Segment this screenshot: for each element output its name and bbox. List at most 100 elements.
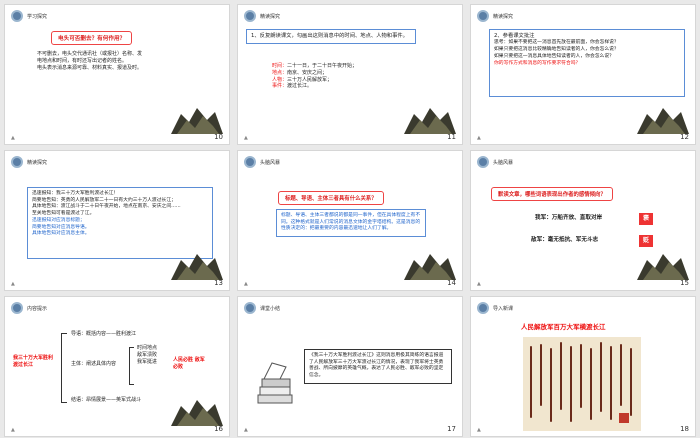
task-box: 2、参看课文批注 思考：如果不要把这一消息首先放在最前面，你会怎样说？ 如果只要…	[489, 29, 685, 97]
praise-badge: 褒	[639, 213, 653, 225]
answer-text: 不可删去，电头交代通讯社（或报社）名称、发 电地点和时间，有时还写出记者的姓名。…	[37, 51, 197, 71]
slide-thumbnail-10[interactable]: 学习探究 电头可否删去？有何作用？ 不可删去，电头交代通讯社（或报社）名称、发 …	[4, 4, 230, 145]
tea-leaves-image	[404, 108, 456, 134]
school-logo-icon	[477, 302, 489, 314]
slide-header-label: 精读探究	[493, 13, 514, 20]
sub-item: 敌军溃败	[137, 351, 158, 358]
question-callout: 默读文章，哪些词语表现出作者的感情倾向？	[491, 187, 613, 201]
slide-thumbnail-17[interactable]: 课堂小结 《我三十万大军胜利渡过长江》这则消息用极其简练的语言报道了人民解放军三…	[237, 296, 463, 437]
element-value: 南京、安庆之间；	[287, 69, 328, 76]
tea-leaves-image	[171, 254, 223, 280]
school-logo-icon	[11, 10, 23, 22]
slide-thumbnail-16[interactable]: 内容提示 我三十万大军胜利渡过长江 导语：概括内容——胜利渡江 主体：阐述具体内…	[4, 296, 230, 437]
think-line: 你的写作方式和消息的写作要求符合吗？	[494, 60, 581, 66]
slide-header: 精读探究	[477, 10, 513, 22]
slide-title: 人民解放军百万大军横渡长江	[521, 323, 606, 331]
tea-leaves-image	[637, 108, 689, 134]
slide-header-label: 精读探究	[27, 159, 48, 166]
question-callout: 标题、导语、主体三者具有什么关系？	[278, 191, 384, 205]
slide-number: 13	[214, 279, 223, 287]
slide-header-label: 学习探究	[27, 13, 48, 20]
our-army-words: 我军：万船齐放、直取对岸	[535, 215, 603, 221]
footer-mark: ▲	[477, 427, 481, 433]
school-logo-icon	[477, 10, 489, 22]
slide-number: 12	[680, 133, 689, 141]
school-logo-icon	[11, 302, 23, 314]
answer-line: 电头表示消息来源可靠、材料真实、报道及时。	[37, 64, 143, 71]
summary-box: 《我三十万大军胜利渡过长江》这则消息用极其简练的语言报道了人民解放军三十万大军渡…	[304, 349, 452, 384]
slide-header: 精读探究	[244, 10, 280, 22]
slide-header: 精读探究	[11, 156, 47, 168]
structure-title: 我三十万大军胜利渡过长江	[13, 355, 54, 368]
slide-header-label: 导入新课	[493, 305, 514, 312]
content-line: 至关地告知可看是渡过了江。	[32, 211, 95, 217]
structure-item: 主体：阐述具体内容	[71, 361, 117, 367]
tea-leaves-image	[171, 400, 223, 426]
content-line: 迅速报知：我三十万大军胜利渡过长江！	[32, 191, 119, 196]
slide-number: 14	[447, 279, 456, 287]
element-list: 时间：二十一日，于二十日午夜开始； 地点：南京、安庆之间； 人物：三十万人民解放…	[272, 63, 357, 90]
task-box: 1、反复朗读课文，勾画出这则消息中的时间、地点、人物和事件。	[246, 29, 416, 45]
answer-box: 标题、导语、主体三者都说的都是同一事件，但在具体程度上有不同。这种格式就是人们常…	[276, 209, 426, 238]
slide-header-label: 头脑风暴	[260, 159, 281, 166]
footer-mark: ▲	[11, 135, 15, 141]
slide-sorter-grid: 学习探究 电头可否删去？有何作用？ 不可删去，电头交代通讯社（或报社）名称、发 …	[0, 0, 700, 438]
footer-mark: ▲	[244, 427, 248, 433]
enemy-army-words: 敌军：毫无抵抗、军无斗志	[531, 237, 599, 243]
sub-item: 我军挺进	[137, 358, 158, 365]
slide-thumbnail-11[interactable]: 精读探究 1、反复朗读课文，勾画出这则消息中的时间、地点、人物和事件。 时间：二…	[237, 4, 463, 145]
tea-leaves-image	[637, 254, 689, 280]
answer-line: 电地点和时间，有时还写出记者的姓名。	[37, 57, 128, 64]
slide-header: 课堂小结	[244, 302, 280, 314]
slide-thumbnail-18[interactable]: 导入新课 人民解放军百万大军横渡长江 ▲ 18	[470, 296, 696, 437]
structure-conclusion: 人民必胜 敌军必败	[173, 357, 205, 370]
slide-header-label: 精读探究	[260, 13, 281, 20]
slide-thumbnail-14[interactable]: 头脑风暴 标题、导语、主体三者具有什么关系？ 标题、导语、主体三者都说的都是同一…	[237, 150, 463, 291]
footer-mark: ▲	[11, 281, 15, 287]
slide-header: 头脑风暴	[477, 156, 513, 168]
slide-header-label: 内容提示	[27, 305, 48, 312]
slide-header: 头脑风暴	[244, 156, 280, 168]
element-value: 渡过长江。	[287, 83, 313, 90]
school-logo-icon	[477, 156, 489, 168]
slide-thumbnail-15[interactable]: 头脑风暴 默读文章，哪些词语表现出作者的感情倾向？ 我军：万船齐放、直取对岸 敌…	[470, 150, 696, 291]
footer-mark: ▲	[244, 281, 248, 287]
slide-header-label: 课堂小结	[260, 305, 281, 312]
slide-header: 导入新课	[477, 302, 513, 314]
summary-line: 迅速报知对应消息标题；	[32, 217, 85, 223]
think-line: 如果只要把这消息比较精确地告知读者的人，你会怎么说？	[494, 47, 619, 53]
slide-number: 15	[680, 279, 689, 287]
brace-line	[61, 333, 67, 403]
structure-item: 结语：昂情展景——英军式战斗	[71, 397, 142, 403]
think-line: 如果只要把这一消息具体地告知读者的人，你会怎么说？	[494, 53, 614, 59]
slide-number: 16	[214, 425, 223, 433]
slide-thumbnail-12[interactable]: 精读探究 2、参看课文批注 思考：如果不要把这一消息首先放在最前面，你会怎样说？…	[470, 4, 696, 145]
school-logo-icon	[244, 302, 256, 314]
structure-item: 导语：概括内容——胜利渡江	[71, 331, 137, 337]
slide-number: 18	[680, 425, 689, 433]
element-key: 地点：	[272, 69, 288, 76]
summary-line: 具体地告知对应消息主体。	[32, 231, 90, 237]
slide-number: 17	[447, 425, 456, 433]
slide-thumbnail-13[interactable]: 精读探究 迅速报知：我三十万大军胜利渡过长江！ 简要地告知：英勇的人民解放军二十…	[4, 150, 230, 291]
element-key: 时间：	[272, 63, 288, 69]
sub-item: 时间地点	[137, 345, 158, 351]
element-value: 二十一日，于二十日午夜开始；	[287, 63, 358, 69]
slide-header: 学习探究	[11, 10, 47, 22]
footer-mark: ▲	[477, 135, 481, 141]
answer-line: 不可删去，电头交代通讯社（或报社）名称、发	[37, 51, 143, 57]
school-logo-icon	[244, 156, 256, 168]
footer-mark: ▲	[11, 427, 15, 433]
slide-header-label: 头脑风暴	[493, 159, 514, 166]
books-icon	[257, 362, 293, 404]
element-key: 人物：	[272, 76, 288, 83]
tea-leaves-image	[171, 108, 223, 134]
sub-item-list: 时间地点 敌军溃败 我军挺进	[137, 345, 157, 365]
slide-number: 11	[447, 133, 456, 141]
school-logo-icon	[244, 10, 256, 22]
tea-leaves-image	[404, 254, 456, 280]
school-logo-icon	[11, 156, 23, 168]
slide-header: 内容提示	[11, 302, 47, 314]
footer-mark: ▲	[477, 281, 481, 287]
element-key: 事件：	[272, 83, 288, 90]
